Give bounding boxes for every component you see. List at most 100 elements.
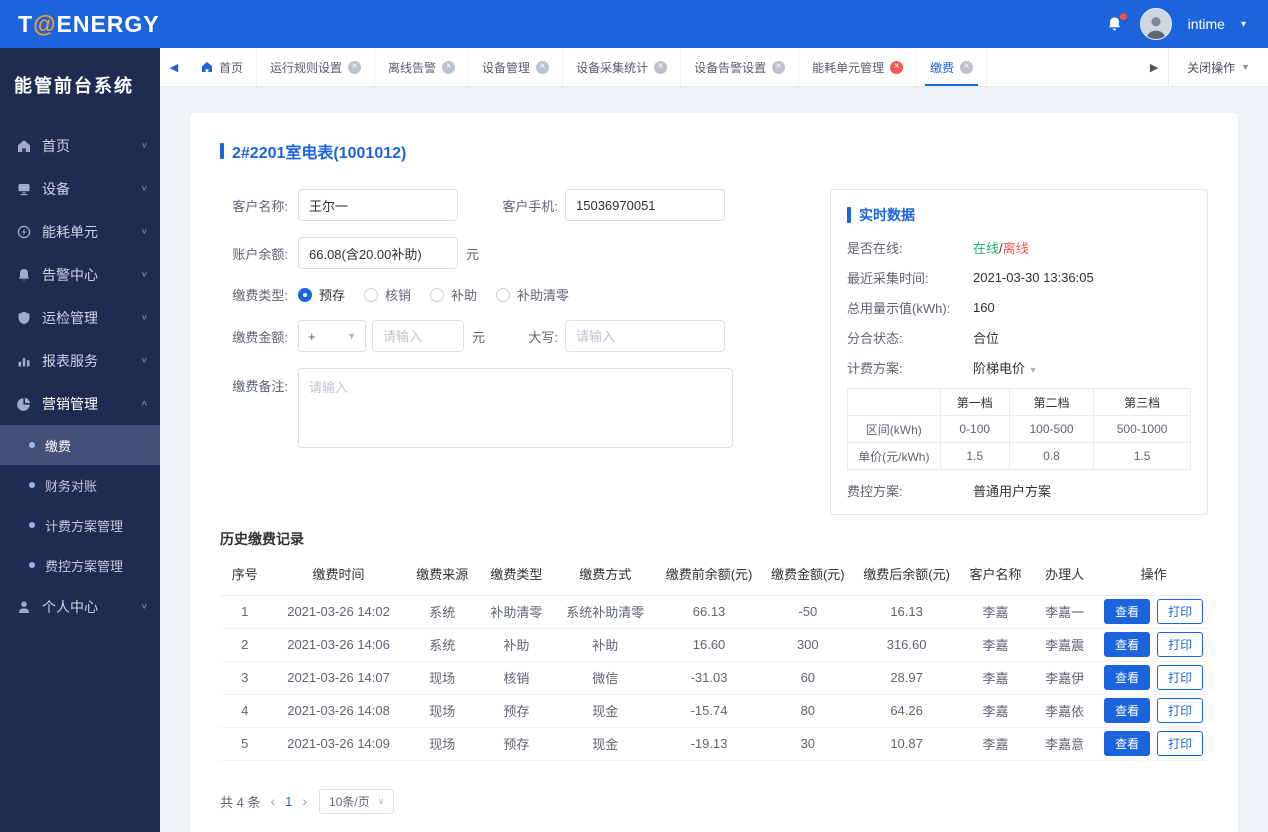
close-icon[interactable]: ×	[772, 60, 786, 74]
print-button[interactable]: 打印	[1157, 599, 1204, 624]
tab-label: 能耗单元管理	[812, 60, 885, 75]
cell-time: 2021-03-26 14:09	[269, 727, 408, 761]
avatar[interactable]	[1139, 8, 1172, 40]
notification-bell-icon[interactable]	[1105, 12, 1127, 34]
close-icon[interactable]: ×	[536, 60, 550, 74]
cell-operator: 李嘉伊	[1030, 661, 1100, 695]
tabs-scroll-left-icon[interactable]: ◀	[160, 48, 188, 86]
tab-device-management[interactable]: 设备管理 ×	[469, 48, 564, 86]
yuan-unit: 元	[472, 329, 486, 345]
tab-device-alarm-settings[interactable]: 设备告警设置 ×	[681, 48, 800, 86]
view-button[interactable]: 查看	[1104, 599, 1151, 624]
print-button[interactable]: 打印	[1157, 665, 1204, 690]
chevron-down-icon: ▼	[1241, 62, 1250, 72]
radio-label: 补助清零	[517, 288, 570, 303]
close-operations-dropdown[interactable]: 关闭操作 ▼	[1168, 48, 1268, 86]
sidebar-item-reports[interactable]: 报表服务 ∨	[0, 339, 160, 382]
user-menu-caret-icon[interactable]: ▾	[1241, 19, 1246, 30]
print-button[interactable]: 打印	[1157, 632, 1204, 657]
column-header: 缴费金额(元)	[763, 553, 853, 596]
print-button[interactable]: 打印	[1157, 731, 1204, 756]
print-button[interactable]: 打印	[1157, 698, 1204, 723]
column-header: 客户名称	[960, 553, 1031, 596]
chevron-down-icon: ▼	[347, 331, 356, 341]
customer-phone-input[interactable]	[565, 189, 725, 221]
customer-name-input[interactable]	[298, 189, 458, 221]
app-logo: T@ENERGY	[18, 11, 160, 38]
sidebar-subitem-finance-reconciliation[interactable]: 财务对账	[0, 465, 160, 505]
sidebar-subitem-label: 财务对账	[45, 478, 98, 494]
close-icon[interactable]: ×	[442, 60, 456, 74]
next-page-button[interactable]: ›	[302, 793, 307, 809]
cell-operator: 李嘉震	[1030, 628, 1100, 662]
cell-operator: 李嘉依	[1030, 694, 1100, 728]
close-icon[interactable]: ×	[654, 60, 668, 74]
inspection-icon	[17, 310, 32, 325]
amount-caps-input[interactable]	[565, 320, 725, 352]
table-row: 5 2021-03-26 14:09 现场 预存 现金 -19.13 30 10…	[220, 727, 1208, 761]
cell-customer: 李嘉	[960, 628, 1031, 662]
cell-balance-before: -19.13	[654, 727, 764, 761]
tab-run-rules[interactable]: 运行规则设置 ×	[257, 48, 376, 86]
radio-subsidy-clear[interactable]: 补助清零	[496, 285, 569, 304]
sidebar-item-label: 运检管理	[42, 309, 98, 326]
radio-subsidy[interactable]: 补助	[430, 285, 477, 304]
tier-cell: 0-100	[939, 415, 1010, 443]
view-button[interactable]: 查看	[1104, 632, 1151, 657]
sidebar-item-personal-center[interactable]: 个人中心 ∨	[0, 585, 160, 628]
sidebar-subitem-payment[interactable]: 缴费	[0, 425, 160, 465]
close-icon[interactable]: ×	[960, 60, 974, 74]
current-page[interactable]: 1	[285, 794, 292, 809]
account-balance-input[interactable]	[298, 237, 458, 269]
cell-balance-before: -31.03	[654, 661, 764, 695]
sidebar-item-marketing[interactable]: 营销管理 ∧	[0, 382, 160, 425]
tab-energy-unit-management[interactable]: 能耗单元管理 ×	[799, 48, 918, 86]
cell-customer: 李嘉	[960, 661, 1031, 695]
table-header-row: 序号 缴费时间 缴费来源 缴费类型 缴费方式 缴费前余额(元) 缴费金额(元) …	[220, 553, 1208, 596]
sidebar-item-inspection[interactable]: 运检管理 ∨	[0, 296, 160, 339]
prev-page-button[interactable]: ‹	[270, 793, 275, 809]
tab-payment[interactable]: 缴费 ×	[917, 48, 988, 86]
column-header: 缴费方式	[555, 553, 655, 596]
sidebar-subitem-fee-control-plan[interactable]: 费控方案管理	[0, 545, 160, 585]
chevron-down-icon: ∨	[377, 795, 385, 806]
user-icon	[17, 599, 32, 614]
pay-amount-input[interactable]	[372, 320, 464, 352]
sidebar-item-home[interactable]: 首页 ∨	[0, 124, 160, 167]
tab-label: 运行规则设置	[270, 60, 343, 75]
view-button[interactable]: 查看	[1104, 731, 1151, 756]
view-button[interactable]: 查看	[1104, 665, 1151, 690]
sidebar-item-alarm-center[interactable]: 告警中心 ∨	[0, 253, 160, 296]
sidebar-item-energy-unit[interactable]: 能耗单元 ∨	[0, 210, 160, 253]
amount-sign-select[interactable]: + ▼	[298, 320, 366, 352]
tab-device-collection-stats[interactable]: 设备采集统计 ×	[563, 48, 682, 86]
tab-offline-alarm[interactable]: 离线告警 ×	[375, 48, 470, 86]
page-size-select[interactable]: 10条/页 ∨	[319, 788, 395, 814]
cell-type: 核销	[476, 661, 556, 695]
sidebar-item-devices[interactable]: 设备 ∨	[0, 167, 160, 210]
cell-source: 现场	[407, 694, 477, 728]
tabs-scroll-right-icon[interactable]: ▶	[1140, 61, 1168, 74]
view-button[interactable]: 查看	[1104, 698, 1151, 723]
close-icon[interactable]: ×	[348, 60, 362, 74]
cell-type: 预存	[476, 694, 556, 728]
billing-plan-select[interactable]: 阶梯电价 ▼	[973, 358, 1038, 377]
column-header: 缴费来源	[407, 553, 477, 596]
tab-home[interactable]: 首页	[188, 48, 258, 86]
cell-index: 4	[220, 694, 270, 728]
realtime-data-panel: 实时数据 是否在线: 在线/离线 最近采集时间: 2021-03-30 13:3…	[830, 189, 1208, 515]
report-icon	[17, 353, 32, 368]
radio-writeoff[interactable]: 核销	[364, 285, 411, 304]
home-icon	[201, 61, 213, 73]
bullet-icon	[29, 562, 35, 568]
close-operations-label: 关闭操作	[1187, 60, 1236, 75]
column-header: 缴费时间	[269, 553, 408, 596]
cell-actions: 查看 打印	[1099, 661, 1208, 695]
pay-remark-textarea[interactable]	[298, 368, 733, 448]
radio-prepay[interactable]: 预存	[298, 285, 345, 304]
tier-corner-cell	[847, 388, 941, 416]
sidebar: 能管前台系统 首页 ∨ 设备 ∨ 能耗单元 ∨ 告警中心 ∨ 运检管理 ∨ 报表…	[0, 48, 160, 832]
close-icon[interactable]: ×	[890, 60, 904, 74]
username[interactable]: intime	[1188, 16, 1225, 32]
sidebar-subitem-billing-plan[interactable]: 计费方案管理	[0, 505, 160, 545]
